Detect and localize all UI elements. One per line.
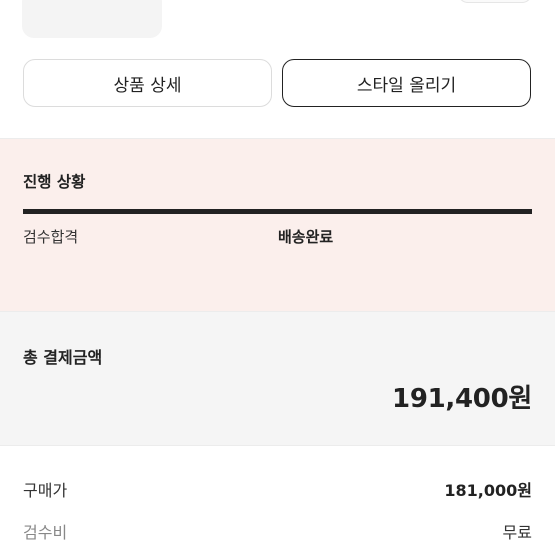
total-payment-amount: 191,400원 (392, 384, 532, 414)
progress-bar (23, 209, 532, 214)
payment-row-purchase-price: 구매가 181,000원 (23, 477, 532, 501)
product-header: 상품 상세 스타일 올리기 (0, 0, 555, 138)
payment-row-value: 181,000원 (444, 481, 532, 500)
upload-style-button[interactable]: 스타일 올리기 (282, 59, 531, 107)
product-thumbnail-image[interactable] (22, 0, 162, 38)
progress-step-delivered: 배송완료 (278, 228, 334, 246)
total-payment-label: 총 결제금액 (23, 348, 103, 367)
payment-row-inspection-fee: 검수비 무료 (23, 519, 532, 543)
payment-details: 구매가 181,000원 검수비 무료 (0, 445, 555, 556)
product-detail-button[interactable]: 상품 상세 (23, 59, 272, 107)
payment-row-label: 구매가 (23, 481, 68, 500)
total-payment-section: 총 결제금액 191,400원 (0, 311, 555, 445)
progress-section: 진행 상황 검수합격 배송완료 (0, 138, 555, 311)
progress-step-inspection-passed: 검수합격 (23, 228, 79, 246)
progress-title: 진행 상황 (23, 173, 86, 191)
status-chip (458, 0, 532, 3)
payment-row-value: 무료 (502, 523, 532, 542)
payment-row-label: 검수비 (23, 523, 68, 542)
